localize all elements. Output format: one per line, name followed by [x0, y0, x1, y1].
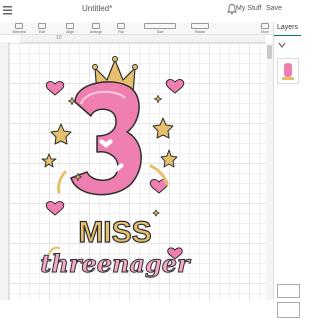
edit-icon — [38, 23, 46, 29]
size-field — [144, 23, 176, 29]
miss-threenager-design[interactable]: MISS threenager — [35, 54, 195, 282]
rotate-field — [191, 23, 209, 29]
scroll-thumb[interactable] — [267, 45, 272, 59]
ruler-left — [0, 42, 9, 300]
flip-icon — [117, 23, 125, 29]
design-text-miss: MISS — [78, 216, 151, 249]
menu-icon[interactable] — [3, 4, 13, 16]
chevron-down-icon[interactable] — [278, 40, 286, 50]
top-bar: Untitled* My Stuff Save — [0, 0, 300, 23]
ruler-mark: 10 — [56, 35, 62, 41]
tool-selected[interactable]: Selected — [8, 23, 30, 34]
blank-canvas-layer[interactable] — [277, 284, 300, 298]
canvas-color-swatch[interactable] — [277, 302, 300, 318]
my-stuff-link[interactable]: My Stuff — [236, 5, 262, 12]
save-button[interactable]: Save — [266, 5, 282, 12]
tool-edit[interactable]: Edit — [32, 23, 52, 34]
ruler-top: 10 — [20, 35, 266, 43]
arrange-icon — [92, 23, 100, 29]
layers-panel: Layers — [273, 22, 301, 318]
layers-underline — [274, 35, 301, 36]
tool-flip[interactable]: Flip — [112, 23, 130, 34]
layers-title: Layers — [277, 24, 299, 31]
vertical-scrollbar[interactable] — [266, 43, 273, 300]
number-three — [70, 81, 142, 196]
project-title[interactable]: Untitled* — [82, 4, 112, 13]
tool-arrange[interactable]: Arrange — [86, 23, 106, 34]
layer-preview-icon — [282, 63, 294, 80]
tool-align[interactable]: Align — [60, 23, 80, 34]
layer-thumbnail[interactable] — [277, 58, 299, 84]
align-icon — [66, 23, 74, 29]
tool-size[interactable]: Size — [140, 23, 180, 34]
tool-rotate[interactable]: Rotate — [188, 23, 212, 34]
edit-toolbar: Selected Edit Align Arrange Flip Size Ro… — [0, 22, 275, 35]
select-icon — [15, 23, 23, 29]
tool-more[interactable]: More — [258, 23, 272, 34]
more-icon — [261, 23, 269, 29]
